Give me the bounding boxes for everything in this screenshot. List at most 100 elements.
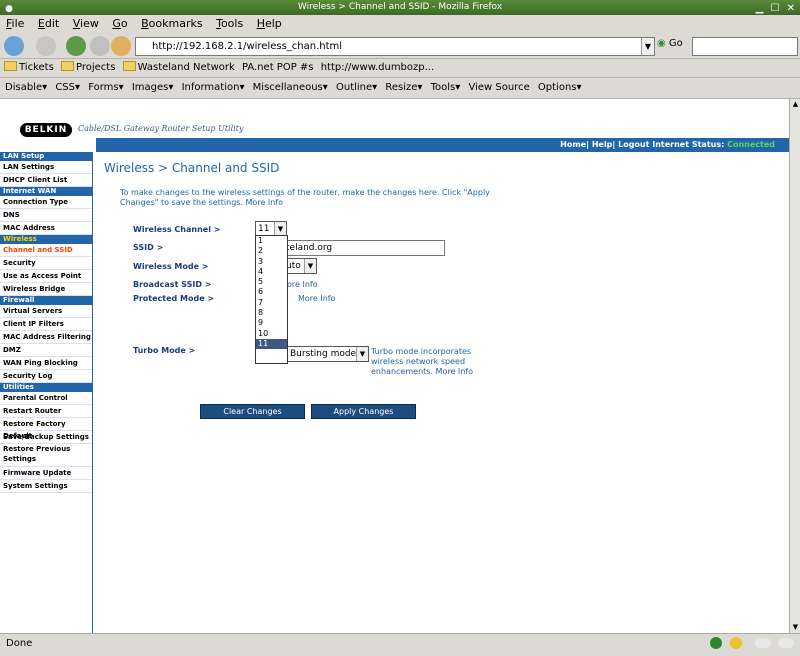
sidebar-item-restore-previous[interactable]: Restore Previous Settings: [0, 444, 92, 467]
channel-option[interactable]: 6: [256, 287, 287, 297]
channel-option[interactable]: 1: [256, 236, 287, 246]
sidebar-item-security[interactable]: Security: [0, 257, 92, 270]
url-dropdown-icon[interactable]: ▼: [641, 38, 654, 55]
wd-resize[interactable]: Resize▾: [385, 78, 422, 98]
menu-bookmarks[interactable]: Bookmarks: [141, 15, 202, 33]
bookmark-dumbozp[interactable]: http://www.dumbozp...: [321, 59, 434, 77]
wd-tools[interactable]: Tools▾: [431, 78, 461, 98]
menu-help[interactable]: Help: [257, 15, 282, 33]
intro-more-info-link[interactable]: More Info: [246, 198, 284, 207]
sidebar-item-parental-control[interactable]: Parental Control: [0, 392, 92, 405]
menu-file[interactable]: File: [6, 15, 24, 33]
menu-view[interactable]: View: [73, 15, 99, 33]
sidebar-item-dhcp-client-list[interactable]: DHCP Client List: [0, 174, 92, 187]
sidebar-item-mac-address[interactable]: MAC Address: [0, 222, 92, 235]
sidebar-item-dmz[interactable]: DMZ: [0, 344, 92, 357]
window-controls[interactable]: ▁ ☐ ✕: [756, 1, 797, 16]
channel-option[interactable]: 3: [256, 257, 287, 267]
channel-option[interactable]: 7: [256, 298, 287, 308]
channel-option[interactable]: 5: [256, 277, 287, 287]
sidebar-item-access-point[interactable]: Use as Access Point: [0, 270, 92, 283]
menu-bar: File Edit View Go Bookmarks Tools Help: [0, 15, 800, 33]
wd-view-source[interactable]: View Source: [468, 78, 529, 98]
turbo-description: Turbo mode incorporates wireless network…: [371, 347, 481, 377]
wd-images[interactable]: Images▾: [132, 78, 174, 98]
intro-body: To make changes to the wireless settings…: [120, 188, 490, 207]
bookmark-wasteland[interactable]: Wasteland Network: [122, 59, 235, 77]
wd-outline[interactable]: Outline▾: [336, 78, 377, 98]
back-icon[interactable]: [4, 36, 24, 56]
bookmark-projects[interactable]: Projects: [60, 59, 115, 77]
scroll-down-icon[interactable]: ▼: [791, 623, 800, 632]
menu-edit[interactable]: Edit: [38, 15, 59, 33]
status-cloud-icon[interactable]: [755, 638, 771, 648]
page-title: Wireless > Channel and SSID: [104, 161, 280, 175]
channel-option[interactable]: 4: [256, 267, 287, 277]
sidebar-item-connection-type[interactable]: Connection Type: [0, 196, 92, 209]
top-nav-links[interactable]: Home| Help| Logout Internet Status:: [560, 140, 724, 149]
sidebar-section-wireless: Wireless: [0, 235, 92, 244]
apply-changes-button[interactable]: Apply Changes: [311, 404, 416, 419]
clear-changes-button[interactable]: Clear Changes: [200, 404, 305, 419]
sidebar-item-mac-filtering[interactable]: MAC Address Filtering: [0, 331, 92, 344]
scroll-up-icon[interactable]: ▲: [791, 100, 800, 109]
channel-option[interactable]: 2: [256, 246, 287, 256]
channel-option[interactable]: 9: [256, 318, 287, 328]
sidebar-item-virtual-servers[interactable]: Virtual Servers: [0, 305, 92, 318]
sidebar-item-save-backup[interactable]: Save/Backup Settings: [0, 431, 92, 444]
sidebar-item-restore-default[interactable]: Restore Factory Default: [0, 418, 92, 440]
protected-more-info-link[interactable]: More Info: [298, 294, 336, 303]
status-ok-icon[interactable]: [710, 637, 722, 649]
status-bar: Done: [0, 633, 800, 656]
sidebar-item-client-ip-filters[interactable]: Client IP Filters: [0, 318, 92, 331]
sidebar-item-wan-ping[interactable]: WAN Ping Blocking: [0, 357, 92, 370]
sidebar-item-firmware-update[interactable]: Firmware Update: [0, 467, 92, 480]
broadcast-more-info-link[interactable]: ore Info: [287, 280, 318, 289]
status-text: Done: [6, 638, 33, 649]
utility-subtitle: Cable/DSL Gateway Router Setup Utility: [78, 124, 244, 133]
sidebar-item-system-settings[interactable]: System Settings: [0, 480, 92, 493]
home-icon[interactable]: [111, 36, 131, 56]
vertical-scrollbar[interactable]: ▲ ▼: [789, 99, 800, 633]
search-input[interactable]: [692, 37, 798, 56]
sidebar-item-restart-router[interactable]: Restart Router: [0, 405, 92, 418]
channel-option-selected[interactable]: 11: [256, 338, 287, 350]
firefox-icon: ●: [5, 4, 13, 14]
reload-icon[interactable]: [66, 36, 86, 56]
channel-dropdown-list[interactable]: 1 2 3 4 5 6 7 8 9 10 11: [255, 235, 288, 364]
chevron-down-icon: ▼: [304, 259, 316, 273]
sidebar-item-dns[interactable]: DNS: [0, 209, 92, 222]
bookmark-tickets[interactable]: Tickets: [4, 59, 54, 77]
sidebar-item-wireless-bridge[interactable]: Wireless Bridge: [0, 283, 92, 296]
chevron-down-icon: ▼: [274, 222, 286, 236]
protected-mode-label: Protected Mode >: [133, 294, 215, 303]
sidebar: LAN Setup LAN Settings DHCP Client List …: [0, 152, 93, 633]
turbo-more-info-link[interactable]: More Info: [436, 367, 474, 376]
status-sun-icon[interactable]: [730, 637, 742, 649]
page-content: BELKIN Cable/DSL Gateway Router Setup Ut…: [0, 99, 789, 633]
status-cloud-icon[interactable]: [778, 638, 794, 648]
wd-options[interactable]: Options▾: [538, 78, 582, 98]
ssid-label: SSID >: [133, 243, 164, 252]
channel-option[interactable]: 10: [256, 329, 287, 339]
folder-icon: [4, 61, 17, 71]
forward-icon[interactable]: [36, 36, 56, 56]
stop-icon[interactable]: [90, 36, 110, 56]
channel-option[interactable]: 8: [256, 308, 287, 318]
wd-disable[interactable]: Disable▾: [5, 78, 47, 98]
wd-information[interactable]: Information▾: [182, 78, 245, 98]
window-titlebar: ● Wireless > Channel and SSID - Mozilla …: [0, 0, 800, 15]
bookmark-panet[interactable]: PA.net POP #s: [242, 59, 314, 77]
sidebar-section-wan: Internet WAN: [0, 187, 92, 196]
go-button[interactable]: ◉ Go: [657, 38, 683, 49]
wd-css[interactable]: CSS▾: [55, 78, 80, 98]
sidebar-item-channel-ssid[interactable]: Channel and SSID: [0, 244, 92, 257]
url-field[interactable]: http://192.168.2.1/wireless_chan.html ▼: [135, 37, 655, 56]
menu-go[interactable]: Go: [112, 15, 127, 33]
sidebar-item-security-log[interactable]: Security Log: [0, 370, 92, 383]
wd-misc[interactable]: Miscellaneous▾: [253, 78, 328, 98]
wd-forms[interactable]: Forms▾: [88, 78, 123, 98]
menu-tools[interactable]: Tools: [216, 15, 243, 33]
sidebar-item-lan-settings[interactable]: LAN Settings: [0, 161, 92, 174]
sidebar-section-utilities: Utilities: [0, 383, 92, 392]
